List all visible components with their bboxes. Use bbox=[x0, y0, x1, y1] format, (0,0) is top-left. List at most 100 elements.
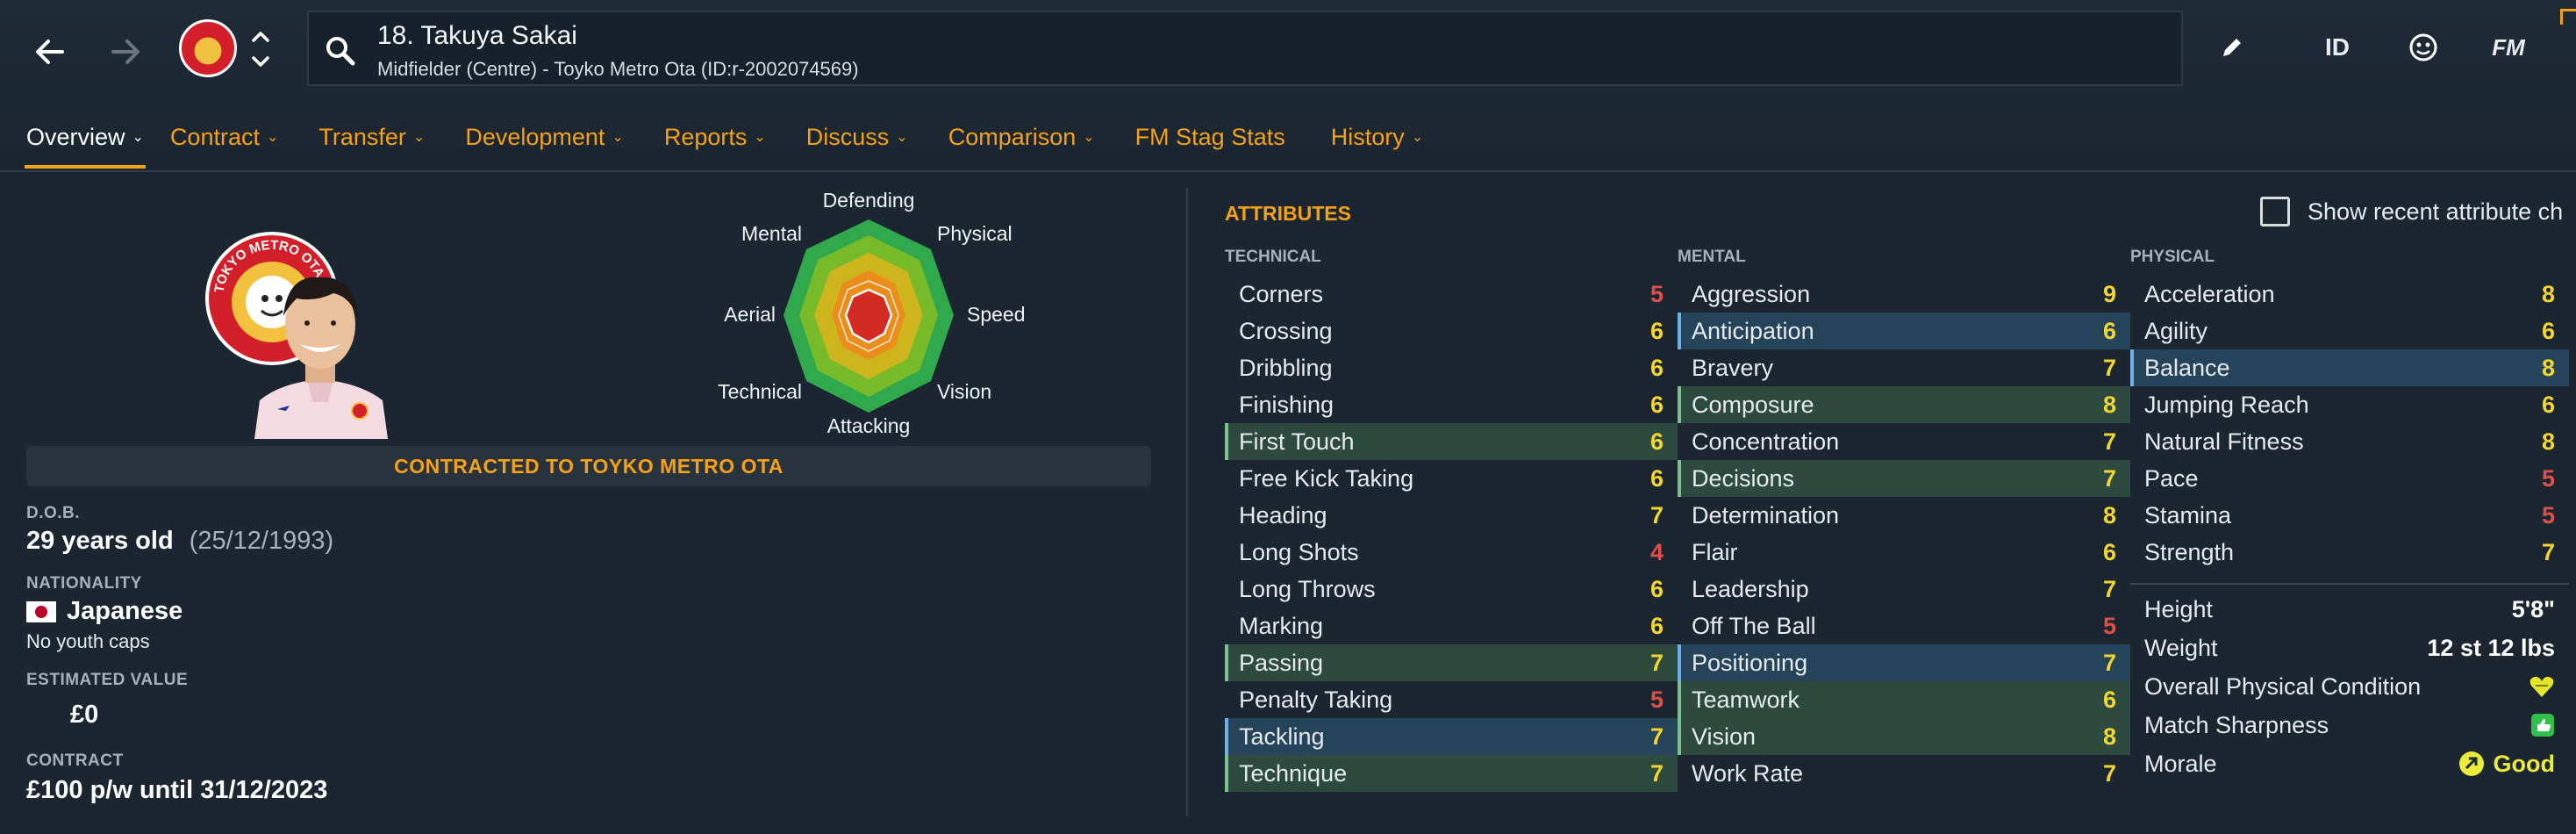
attribute-row[interactable]: Leadership 7 bbox=[1678, 571, 2130, 608]
attribute-row[interactable]: Positioning 7 bbox=[1678, 644, 2130, 681]
attribute-value: 6 bbox=[1649, 354, 1664, 381]
attribute-row[interactable]: Decisions 7 bbox=[1678, 460, 2130, 497]
attribute-row[interactable]: Agility 6 bbox=[2130, 313, 2569, 349]
attribute-row[interactable]: Off The Ball 5 bbox=[1678, 608, 2130, 644]
attribute-row[interactable]: Anticipation 6 bbox=[1678, 313, 2130, 349]
show-recent-changes-toggle[interactable]: Show recent attribute ch bbox=[2260, 197, 2563, 226]
dob-label: D.O.B. bbox=[26, 504, 81, 522]
forward-button[interactable] bbox=[95, 21, 156, 83]
match-sharpness-row: Match Sharpness bbox=[2130, 706, 2569, 744]
search-icon[interactable] bbox=[323, 33, 358, 68]
edit-button[interactable] bbox=[2215, 21, 2250, 74]
attribute-value: 6 bbox=[1649, 317, 1664, 344]
tab-history[interactable]: History ⌄ bbox=[1331, 112, 1423, 162]
back-button[interactable] bbox=[19, 21, 81, 83]
attribute-row[interactable]: Vision 8 bbox=[1678, 718, 2130, 755]
sharpness-icon[interactable] bbox=[2530, 713, 2555, 737]
attribute-row[interactable]: Crossing 6 bbox=[1225, 313, 1678, 349]
attribute-name: Bravery bbox=[1692, 354, 1774, 381]
morale-row: Morale Good bbox=[2130, 744, 2569, 783]
attribute-value: 7 bbox=[1649, 723, 1664, 750]
attribute-row[interactable]: Bravery 7 bbox=[1678, 349, 2130, 386]
attribute-row[interactable]: Aggression 9 bbox=[1678, 276, 2130, 313]
attribute-row[interactable]: Teamwork 6 bbox=[1678, 681, 2130, 718]
nationality-text: Japanese bbox=[67, 597, 183, 625]
chevron-down-icon: ⌄ bbox=[132, 130, 144, 145]
physical-separator bbox=[2130, 583, 2569, 585]
attribute-name: Agility bbox=[2144, 317, 2208, 344]
attribute-row[interactable]: Stamina 5 bbox=[2130, 497, 2569, 534]
morale-text: Good bbox=[2493, 750, 2555, 777]
attribute-value: 7 bbox=[2102, 428, 2116, 455]
attribute-value: 6 bbox=[1649, 391, 1664, 418]
attribute-row[interactable]: Balance 8 bbox=[2130, 349, 2569, 386]
tab-transfer[interactable]: Transfer ⌄ bbox=[318, 112, 425, 162]
attribute-row[interactable]: Acceleration 8 bbox=[2130, 276, 2569, 313]
tab-label: Discuss bbox=[805, 123, 890, 150]
attribute-value: 8 bbox=[2102, 723, 2116, 750]
tab-comparison[interactable]: Comparison ⌄ bbox=[948, 112, 1095, 162]
attribute-value: 5 bbox=[2102, 612, 2116, 639]
up-down-chevron-icon[interactable] bbox=[247, 23, 274, 75]
player-photo: TOKYO METRO OTA bbox=[205, 232, 388, 439]
attribute-name: Flair bbox=[1692, 538, 1738, 565]
attribute-row[interactable]: Determination 8 bbox=[1678, 497, 2130, 534]
attribute-row[interactable]: Flair 6 bbox=[1678, 534, 2130, 571]
attribute-row[interactable]: Long Shots 4 bbox=[1225, 534, 1678, 571]
chevron-down-icon: ⌄ bbox=[896, 130, 908, 145]
tab-discuss[interactable]: Discuss ⌄ bbox=[806, 112, 908, 162]
morale-value[interactable]: Good bbox=[2458, 751, 2555, 778]
attribute-name: Determination bbox=[1692, 501, 1840, 528]
show-recent-checkbox[interactable] bbox=[2260, 197, 2290, 226]
estimated-value-label: ESTIMATED VALUE bbox=[26, 671, 189, 689]
id-button[interactable]: ID bbox=[2320, 21, 2355, 74]
fm-menu-button[interactable]: FM bbox=[2483, 21, 2534, 74]
tab-fm-stag-stats[interactable]: FM Stag Stats bbox=[1135, 112, 1285, 162]
attribute-row[interactable]: Composure 8 bbox=[1678, 386, 2130, 423]
attribute-value: 6 bbox=[1649, 428, 1664, 455]
attribute-row[interactable]: Corners 5 bbox=[1225, 276, 1678, 313]
tab-reports[interactable]: Reports ⌄ bbox=[664, 112, 766, 162]
attribute-row[interactable]: Pace 5 bbox=[2130, 460, 2569, 497]
tab-label: Overview bbox=[26, 123, 125, 150]
player-search-box[interactable]: 18. Takuya Sakai Midfielder (Centre) - T… bbox=[307, 11, 2183, 86]
corner-indicator bbox=[2560, 9, 2576, 25]
attribute-row[interactable]: Technique 7 bbox=[1225, 755, 1678, 792]
attribute-value: 6 bbox=[2541, 391, 2555, 418]
attribute-row[interactable]: Dribbling 6 bbox=[1225, 349, 1678, 386]
attribute-name: Long Throws bbox=[1239, 575, 1376, 602]
tab-contract[interactable]: Contract ⌄ bbox=[170, 112, 278, 162]
attribute-row[interactable]: Tackling 7 bbox=[1225, 718, 1678, 755]
attribute-row[interactable]: Penalty Taking 5 bbox=[1225, 681, 1678, 718]
condition-heart-icon[interactable] bbox=[2529, 674, 2555, 699]
morale-arrow-icon bbox=[2458, 751, 2484, 776]
attribute-row[interactable]: Finishing 6 bbox=[1225, 386, 1678, 423]
attribute-row[interactable]: Long Throws 6 bbox=[1225, 571, 1678, 608]
attribute-row[interactable]: Work Rate 7 bbox=[1678, 755, 2130, 792]
attribute-row[interactable]: Free Kick Taking 6 bbox=[1225, 460, 1678, 497]
tab-development[interactable]: Development ⌄ bbox=[465, 112, 624, 162]
attribute-value: 8 bbox=[2541, 428, 2555, 455]
attribute-row[interactable]: Jumping Reach 6 bbox=[2130, 386, 2569, 423]
attribute-value: 5 bbox=[1649, 686, 1664, 713]
avatar-button[interactable] bbox=[2404, 21, 2443, 74]
mental-attributes: Aggression 9 Anticipation 6 Bravery 7 Composur… bbox=[1678, 276, 2130, 792]
dob-date: (25/12/1993) bbox=[189, 527, 334, 555]
attribute-name: Penalty Taking bbox=[1239, 686, 1393, 713]
radar-label-speed: Speed bbox=[967, 303, 1026, 326]
attribute-row[interactable]: Marking 6 bbox=[1225, 608, 1678, 644]
attribute-row[interactable]: Heading 7 bbox=[1225, 497, 1678, 534]
nationality-value[interactable]: Japanese bbox=[26, 597, 182, 626]
attribute-row[interactable]: First Touch 6 bbox=[1225, 423, 1678, 460]
attribute-row[interactable]: Strength 7 bbox=[2130, 534, 2569, 571]
attribute-value: 7 bbox=[1649, 501, 1664, 528]
physical-condition-row: Overall Physical Condition bbox=[2130, 667, 2569, 706]
attribute-row[interactable]: Concentration 7 bbox=[1678, 423, 2130, 460]
contract-value: £100 p/w until 31/12/2023 bbox=[26, 776, 328, 804]
attribute-row[interactable]: Natural Fitness 8 bbox=[2130, 423, 2569, 460]
physical-condition-label: Overall Physical Condition bbox=[2144, 672, 2422, 700]
age-text: 29 years old bbox=[26, 527, 174, 555]
tab-overview[interactable]: Overview ⌄ bbox=[25, 112, 146, 169]
club-badge-icon[interactable] bbox=[179, 19, 237, 77]
attribute-row[interactable]: Passing 7 bbox=[1225, 644, 1678, 681]
